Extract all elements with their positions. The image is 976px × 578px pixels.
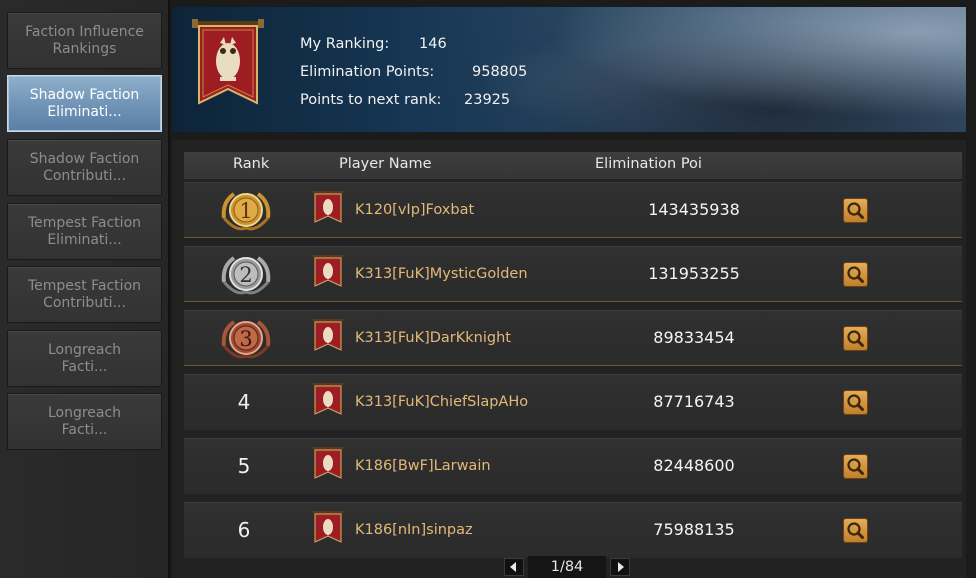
elimination-points: 131953255: [648, 264, 740, 283]
elimination-points: 143435938: [648, 200, 740, 219]
elimination-points-value: 958805: [472, 64, 528, 80]
sidebar-item-label: Shadow Faction Contributi...: [29, 150, 140, 184]
sidebar-item-label: Tempest Faction Eliminati...: [27, 214, 142, 248]
magnifier-icon: [847, 330, 864, 347]
rank-number: 5: [237, 454, 251, 478]
elimination-points-label: Elimination Points:: [300, 64, 435, 80]
sidebar-item-label: Tempest Faction Contributi...: [27, 277, 142, 311]
magnifier-icon: [847, 458, 864, 475]
pagination: 1/84: [502, 556, 632, 578]
table-row: 1 K120[vIp]Foxbat 143435938: [184, 182, 962, 238]
view-player-button[interactable]: [843, 454, 868, 479]
owl-banner-icon: [312, 447, 344, 487]
elimination-points: 89833454: [653, 328, 735, 347]
table-row: 6 K186[nIn]sinpaz 75988135: [184, 502, 962, 558]
player-name[interactable]: K313[FuK]DarKknight: [355, 330, 511, 346]
owl-banner-icon: [312, 319, 344, 359]
magnifier-icon: [847, 266, 864, 283]
svg-text:2: 2: [239, 263, 252, 287]
sidebar: Faction Influence Rankings Shadow Factio…: [0, 0, 170, 578]
owl-banner-icon: [312, 255, 344, 295]
view-player-button[interactable]: [843, 390, 868, 415]
player-name[interactable]: K313[FuK]MysticGolden: [355, 266, 528, 282]
magnifier-icon: [847, 522, 864, 539]
prev-page-button[interactable]: [504, 558, 524, 576]
table-header: Rank Player Name Elimination Poi: [184, 152, 962, 179]
column-header-elimination-points: Elimination Poi: [595, 156, 702, 172]
sidebar-item-label: Longreach Facti...: [47, 341, 122, 375]
sidebar-item-shadow-faction-contribution[interactable]: Shadow Faction Contributi...: [7, 139, 162, 196]
ranking-table: Rank Player Name Elimination Poi 1 K120[…: [172, 140, 966, 578]
player-name[interactable]: K186[BwF]Larwain: [355, 458, 491, 474]
elimination-points: 75988135: [653, 520, 735, 539]
owl-banner-icon: [312, 383, 344, 423]
view-player-button[interactable]: [843, 326, 868, 351]
sidebar-item-tempest-faction-elimination[interactable]: Tempest Faction Eliminati...: [7, 203, 162, 260]
column-header-rank: Rank: [233, 156, 270, 172]
table-row: 4 K313[FuK]ChiefSlapAHo 87716743: [184, 374, 962, 430]
player-name[interactable]: K120[vIp]Foxbat: [355, 202, 474, 218]
silver-medal-icon: 2: [218, 252, 274, 304]
svg-text:1: 1: [239, 199, 252, 223]
view-player-button[interactable]: [843, 198, 868, 223]
banner-background-art: [486, 7, 966, 132]
column-header-player-name: Player Name: [339, 156, 432, 172]
owl-banner-icon: [312, 511, 344, 551]
owl-banner-icon: [192, 19, 264, 121]
elimination-points: 87716743: [653, 392, 735, 411]
page-indicator: 1/84: [528, 556, 606, 578]
sidebar-item-tempest-faction-contribution[interactable]: Tempest Faction Contributi...: [7, 266, 162, 323]
view-player-button[interactable]: [843, 262, 868, 287]
rank-number: 6: [237, 518, 251, 542]
elimination-points: 82448600: [653, 456, 735, 475]
svg-text:3: 3: [239, 327, 252, 351]
table-row: 5 K186[BwF]Larwain 82448600: [184, 438, 962, 494]
magnifier-icon: [847, 394, 864, 411]
magnifier-icon: [847, 202, 864, 219]
gold-medal-icon: 1: [218, 188, 274, 240]
sidebar-item-shadow-faction-elimination[interactable]: Shadow Faction Eliminati...: [7, 75, 162, 132]
triangle-left-icon: [510, 562, 516, 572]
sidebar-item-faction-influence-rankings[interactable]: Faction Influence Rankings: [7, 12, 162, 69]
table-row: 2 K313[FuK]MysticGolden 131953255: [184, 246, 962, 302]
sidebar-item-longreach-faction-2[interactable]: Longreach Facti...: [7, 393, 162, 450]
my-ranking-label: My Ranking:: [300, 36, 390, 52]
points-to-next-rank-value: 23925: [464, 92, 511, 108]
points-to-next-rank-label: Points to next rank:: [300, 92, 442, 108]
triangle-right-icon: [618, 562, 624, 572]
rank-number: 4: [237, 390, 251, 414]
view-player-button[interactable]: [843, 518, 868, 543]
ranking-banner: My Ranking: 146 Elimination Points: 9588…: [172, 7, 966, 132]
sidebar-item-label: Longreach Facti...: [47, 404, 122, 438]
owl-banner-icon: [312, 191, 344, 231]
sidebar-item-longreach-faction-1[interactable]: Longreach Facti...: [7, 330, 162, 387]
sidebar-item-label: Faction Influence Rankings: [25, 23, 144, 57]
bronze-medal-icon: 3: [218, 316, 274, 368]
my-ranking-value: 146: [419, 36, 447, 52]
player-name[interactable]: K186[nIn]sinpaz: [355, 522, 473, 538]
player-name[interactable]: K313[FuK]ChiefSlapAHo: [355, 394, 528, 410]
sidebar-item-label: Shadow Faction Eliminati...: [29, 86, 140, 120]
table-row: 3 K313[FuK]DarKknight 89833454: [184, 310, 962, 366]
next-page-button[interactable]: [610, 558, 630, 576]
